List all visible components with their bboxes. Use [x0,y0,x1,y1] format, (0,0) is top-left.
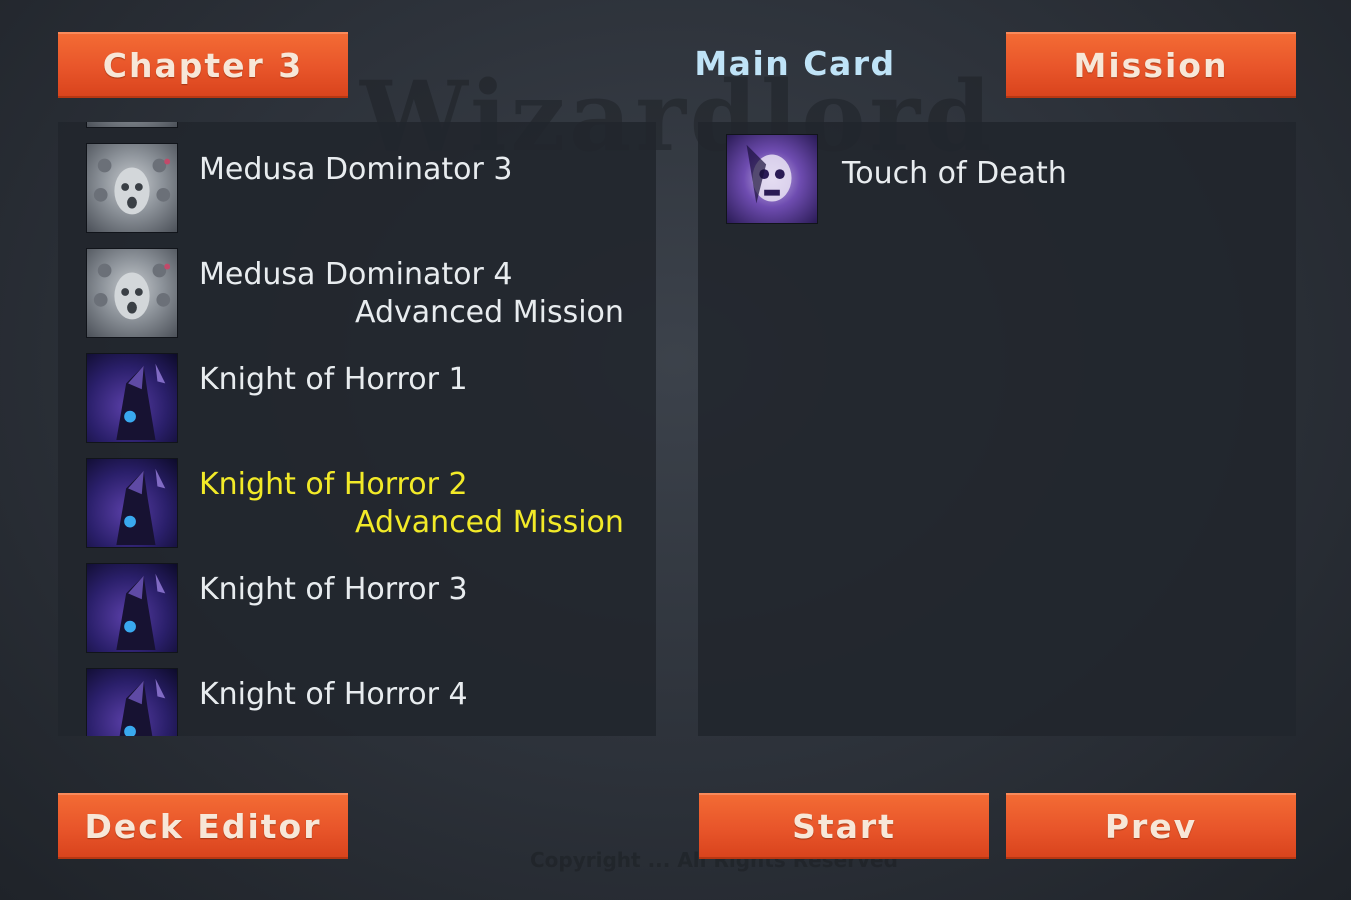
main-card-name: Touch of Death [842,156,1067,191]
mission-name: Knight of Horror 3 [199,572,468,607]
skull-icon [726,134,818,224]
start-button[interactable]: Start [699,793,989,859]
chapter-button[interactable]: Chapter 3 [58,32,348,98]
mission-item[interactable]: Knight of Horror 4 [58,663,656,736]
main-card-panel: Touch of Death [698,122,1296,736]
medusa-icon [86,143,178,233]
knight-icon [86,458,178,548]
mission-subtitle: Advanced Mission [355,505,624,540]
mission-list-panel[interactable]: Medusa Dominator 2 Medusa Dominator 3 Medu… [58,122,656,736]
medusa-icon [86,248,178,338]
mission-name: Knight of Horror 4 [199,677,468,712]
mission-item[interactable]: Medusa Dominator 4 Advanced Mission [58,243,656,348]
mission-item[interactable]: Knight of Horror 1 [58,348,656,453]
mission-button[interactable]: Mission [1006,32,1296,98]
main-card-title: Main Card [694,44,896,83]
mission-name: Medusa Dominator 4 [199,257,513,292]
prev-button[interactable]: Prev [1006,793,1296,859]
mission-name: Medusa Dominator 3 [199,152,513,187]
mission-subtitle: Advanced Mission [355,295,624,330]
mission-name: Knight of Horror 1 [199,362,468,397]
deck-editor-button[interactable]: Deck Editor [58,793,348,859]
mission-item[interactable]: Knight of Horror 3 [58,558,656,663]
mission-name: Knight of Horror 2 [199,467,468,502]
knight-icon [86,563,178,653]
medusa-icon [86,122,178,128]
mission-item[interactable]: Knight of Horror 2 Advanced Mission [58,453,656,558]
knight-icon [86,668,178,736]
mission-item[interactable]: Medusa Dominator 3 [58,138,656,243]
mission-item[interactable]: Medusa Dominator 2 [58,122,656,138]
knight-icon [86,353,178,443]
mission-list: Medusa Dominator 2 Medusa Dominator 3 Medu… [58,122,656,736]
main-card-item[interactable]: Touch of Death [726,134,1286,229]
